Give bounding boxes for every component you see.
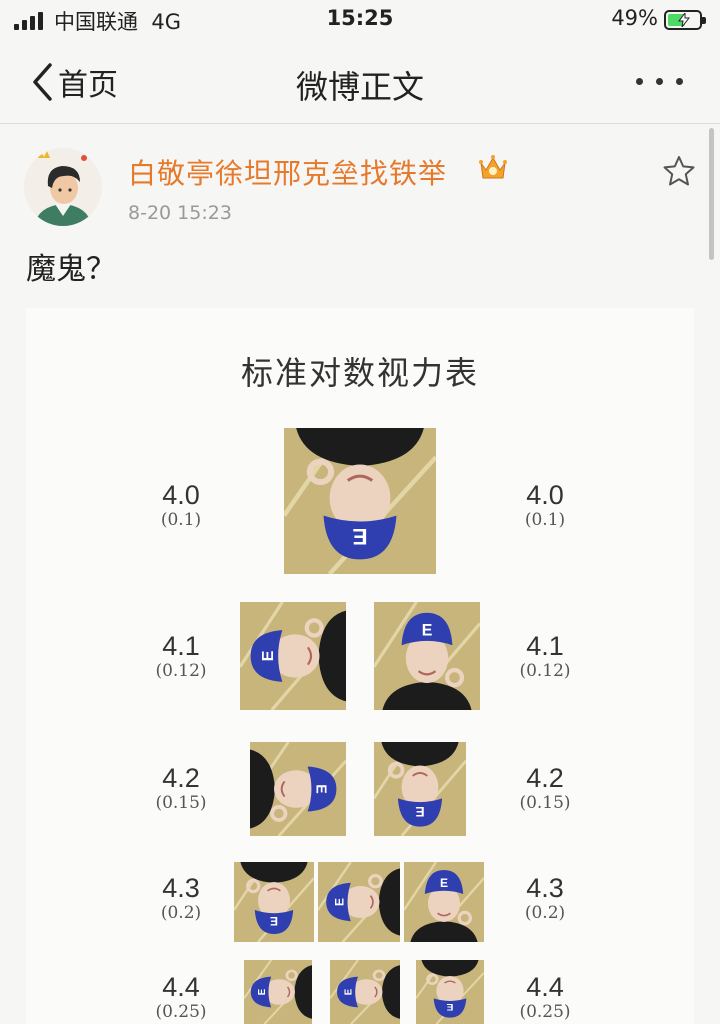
svg-text:E: E [422,621,433,639]
status-bar: 中国联通 4G 15:25 49% [0,0,720,40]
svg-text:E: E [332,898,346,906]
svg-text:E: E [415,804,424,820]
e-photo-row4-3: E [404,862,484,942]
e-photo-row2-1: E [240,602,346,710]
e-photo-row1-1: E [284,428,436,574]
more-dots-icon[interactable] [636,78,684,88]
e-photo-row4-1: E [234,862,314,942]
svg-text:E: E [446,1001,453,1012]
acuity-right-4-0: 4.0 (0.1) [524,480,566,530]
acuity-left-4-3: 4.3 (0.2) [160,873,202,923]
svg-text:E: E [440,876,448,890]
svg-text:E: E [259,650,277,661]
page-title: 微博正文 [295,68,424,106]
battery-charging-icon [664,10,706,30]
acuity-left-4-2: 4.2 (0.15) [155,763,207,813]
svg-text:E: E [257,988,268,995]
eye-chart-title: 标准对数视力表 [240,354,479,392]
svg-text:E: E [270,914,278,928]
svg-text:E: E [343,989,354,996]
e-photo-row3-1: E [250,742,346,836]
acuity-left-4-4: 4.4 (0.25) [155,972,207,1022]
battery-percent: 49% [611,6,658,30]
username[interactable]: 白敬亭徐坦邢克垒找铁举 [128,152,447,192]
acuity-left-4-1: 4.1 (0.12) [155,631,207,681]
post-header: 白敬亭徐坦邢克垒找铁举 8-20 15:23 [0,124,720,234]
svg-text:E: E [352,524,367,548]
avatar[interactable] [24,148,102,226]
post-text: 魔鬼？ [26,252,116,287]
acuity-left-4-0: 4.0 (0.1) [160,480,202,530]
e-photo-row5-1: E [244,960,312,1024]
acuity-right-4-3: 4.3 (0.2) [524,873,566,923]
star-outline-icon[interactable] [662,154,696,188]
svg-text:E: E [312,784,328,793]
e-photo-row5-2: E [330,960,400,1024]
nav-bar: 首页 微博正文 [0,40,720,124]
e-photo-row4-2: E [318,862,400,942]
acuity-right-4-4: 4.4 (0.25) [519,972,571,1022]
acuity-right-4-2: 4.2 (0.15) [519,763,571,813]
e-photo-row5-3: E [416,960,484,1024]
crown-badge-icon [479,155,507,179]
e-photo-row2-2: E [374,602,480,710]
acuity-right-4-1: 4.1 (0.12) [519,631,571,681]
post-image-eye-chart[interactable]: 标准对数视力表 4.0 (0.1) 4.0 (0.1) 4.1 (0.12) 4.1(… [26,308,694,1024]
post-timestamp: 8-20 15:23 [128,202,232,224]
e-photo-row3-2: E [374,742,466,836]
